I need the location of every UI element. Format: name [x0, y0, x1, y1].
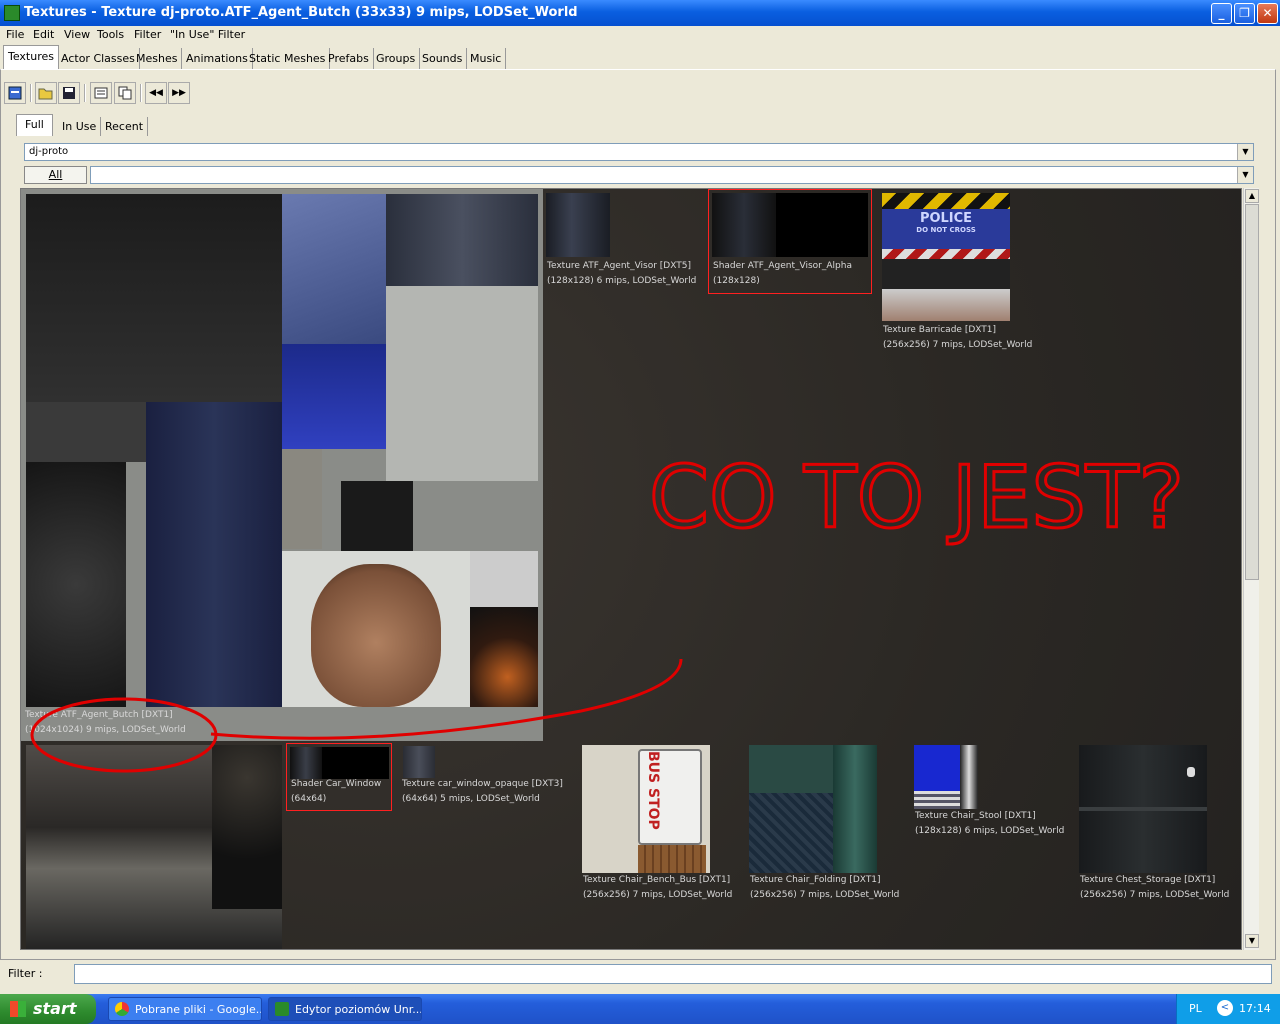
minimize-button[interactable]: _: [1211, 3, 1232, 24]
menu-tools[interactable]: Tools: [97, 28, 124, 41]
properties-icon: [94, 87, 108, 99]
editor-icon: [275, 1002, 289, 1016]
filter-input[interactable]: [74, 964, 1272, 984]
dock-button[interactable]: [4, 82, 26, 104]
tray-arrow-icon[interactable]: <: [1217, 1000, 1233, 1016]
properties-button[interactable]: [90, 82, 112, 104]
open-icon: [38, 88, 53, 100]
menu-filter[interactable]: Filter: [134, 28, 161, 41]
title-bar[interactable]: Textures - Texture dj-proto.ATF_Agent_Bu…: [0, 0, 1280, 26]
tab-full[interactable]: Full: [16, 114, 53, 136]
package-select[interactable]: dj-proto ▼: [24, 143, 1254, 161]
maximize-button[interactable]: ❐: [1234, 3, 1255, 24]
scroll-down-icon[interactable]: ▼: [1245, 934, 1259, 948]
tab-recent[interactable]: Recent: [101, 117, 149, 136]
scrollbar-thumb[interactable]: [1245, 204, 1259, 580]
taskbar-item-chrome[interactable]: Pobrane pliki - Google...: [108, 997, 262, 1021]
next-button[interactable]: ▶▶: [168, 82, 190, 104]
task-label: Pobrane pliki - Google...: [135, 1003, 262, 1016]
annotation-text: CO TO JEST?: [649, 448, 1184, 548]
start-button[interactable]: start: [0, 994, 96, 1024]
next-icon: ▶▶: [172, 88, 186, 98]
close-button[interactable]: ✕: [1257, 3, 1278, 24]
tab-textures[interactable]: Textures: [3, 45, 59, 69]
group-select[interactable]: ▼: [90, 166, 1254, 184]
open-button[interactable]: [35, 82, 57, 104]
prev-icon: ◀◀: [149, 88, 163, 98]
copy-button[interactable]: [114, 82, 136, 104]
task-label: Edytor poziomów Unr...: [295, 1003, 422, 1016]
scroll-up-icon[interactable]: ▲: [1245, 189, 1259, 203]
chevron-down-icon[interactable]: ▼: [1237, 144, 1253, 160]
language-indicator[interactable]: PL: [1189, 1002, 1202, 1015]
app-icon: [4, 5, 20, 21]
all-button[interactable]: All: [24, 166, 87, 184]
package-value: dj-proto: [29, 146, 69, 157]
tab-meshes[interactable]: Meshes: [132, 48, 183, 69]
red-annotation: CO TO JEST?: [30, 447, 1186, 773]
start-label: start: [33, 999, 77, 1018]
menu-view[interactable]: View: [64, 28, 90, 41]
tab-animations[interactable]: Animations: [182, 48, 253, 69]
save-icon: [63, 87, 75, 99]
tab-groups[interactable]: Groups: [372, 48, 421, 69]
annotation-arrow-line: [210, 658, 683, 740]
vertical-scrollbar[interactable]: ▲ ▼: [1243, 188, 1259, 950]
tab-static-meshes[interactable]: Static Meshes: [245, 48, 331, 69]
browser-tabs: Textures Actor Classes Meshes Animations…: [0, 45, 1280, 69]
annotation-circle: [30, 697, 218, 773]
tab-prefabs[interactable]: Prefabs: [324, 48, 374, 69]
taskbar: start Pobrane pliki - Google... Edytor p…: [0, 994, 1280, 1024]
filter-label: Filter :: [8, 967, 43, 980]
tab-sounds[interactable]: Sounds: [418, 48, 468, 69]
tab-actor-classes[interactable]: Actor Classes: [57, 48, 140, 69]
copy-icon: [118, 86, 132, 100]
save-button[interactable]: [58, 82, 80, 104]
previous-button[interactable]: ◀◀: [145, 82, 167, 104]
chrome-icon: [115, 1002, 129, 1016]
taskbar-item-editor[interactable]: Edytor poziomów Unr...: [268, 997, 422, 1021]
texture-browser[interactable]: Texture ATF_Agent_Butch [DXT1] (1024x102…: [20, 188, 1242, 950]
system-tray: PL < 17:14: [1176, 994, 1280, 1024]
chevron-down-icon[interactable]: ▼: [1237, 167, 1253, 183]
dock-icon: [8, 86, 22, 100]
menu-in-use-filter[interactable]: "In Use" Filter: [170, 28, 245, 41]
tab-music[interactable]: Music: [466, 48, 507, 69]
menu-file[interactable]: File: [6, 28, 24, 41]
clock: 17:14: [1239, 1002, 1271, 1015]
window-title: Textures - Texture dj-proto.ATF_Agent_Bu…: [24, 5, 578, 20]
windows-logo-icon: [10, 1001, 26, 1017]
menu-edit[interactable]: Edit: [33, 28, 54, 41]
menu-bar: File Edit View Tools Filter "In Use" Fil…: [0, 26, 1280, 44]
tab-in-use[interactable]: In Use: [58, 117, 102, 136]
